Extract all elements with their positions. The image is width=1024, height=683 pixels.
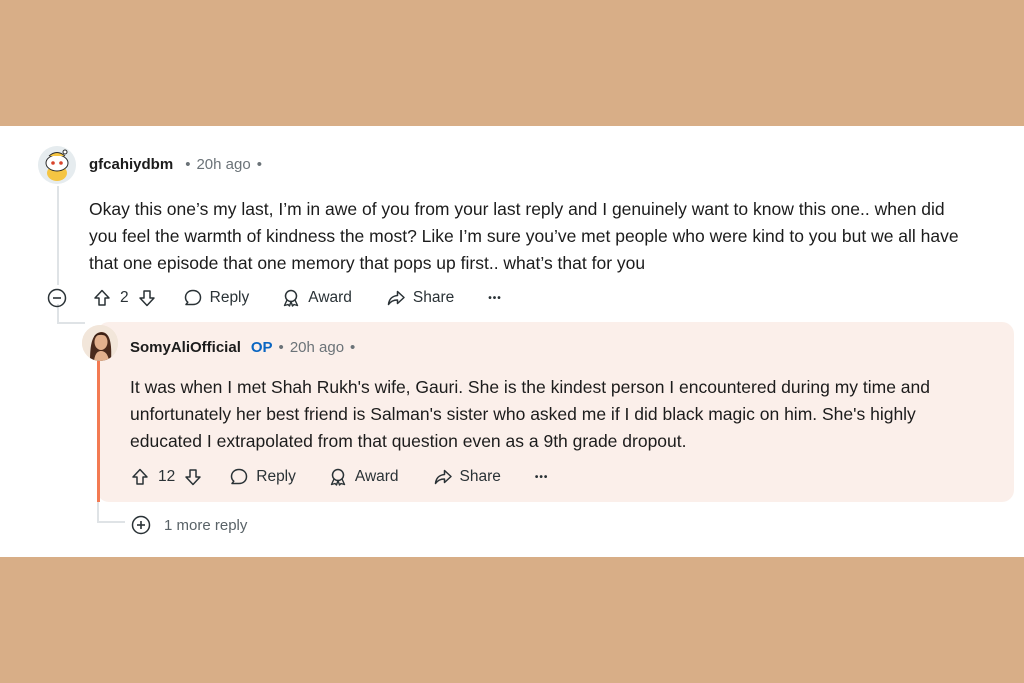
snoo-avatar-icon: [38, 146, 76, 184]
reply-username[interactable]: SomyAliOfficial: [130, 339, 241, 356]
share-button[interactable]: Share: [386, 288, 454, 308]
profile-photo-icon: [82, 325, 118, 361]
comment-card: gfcahiydbm • 20h ago • Okay this one’s m…: [0, 126, 1024, 557]
share-arrow-icon: [387, 290, 405, 306]
vote-group: 2: [92, 288, 157, 308]
comment-body-line: Okay this one’s my last, I’m in awe of y…: [89, 199, 945, 219]
reply-body-line: educated I extrapolated from that questi…: [130, 431, 687, 451]
share-arrow-icon: [434, 469, 452, 485]
upvote-arrow-icon[interactable]: [130, 467, 150, 487]
thread-line-branch: [57, 322, 85, 324]
award-ribbon-icon: [284, 289, 299, 307]
share-button[interactable]: Share: [433, 467, 501, 487]
more-replies-label: 1 more reply: [164, 516, 248, 534]
reply-label: Reply: [209, 289, 250, 306]
reply-body-line: It was when I met Shah Rukh's wife, Gaur…: [130, 377, 931, 397]
award-ribbon-icon: [330, 468, 346, 486]
reply-label: Reply: [256, 468, 296, 485]
downvote-arrow-icon[interactable]: [137, 288, 157, 308]
meta-separator: •: [185, 156, 191, 173]
share-label: Share: [459, 468, 501, 485]
reply-button[interactable]: Reply: [183, 288, 250, 308]
reply-button[interactable]: Reply: [229, 467, 296, 487]
thread-line-reply: [97, 502, 99, 522]
collapse-button[interactable]: [46, 287, 68, 309]
award-button[interactable]: Award: [281, 288, 352, 308]
reply-timestamp[interactable]: 20h ago: [290, 339, 344, 356]
overflow-menu-button[interactable]: •••: [488, 293, 502, 304]
expand-plus-icon: [131, 515, 151, 535]
reply-avatar[interactable]: [82, 325, 118, 361]
comment-body: Okay this one’s my last, I’m in awe of y…: [89, 196, 999, 277]
ellipsis-icon: •••: [534, 471, 549, 483]
vote-count: 2: [120, 289, 129, 306]
meta-dot: •: [350, 339, 356, 356]
meta-dot: •: [256, 156, 262, 173]
award-label: Award: [354, 468, 399, 485]
award-button[interactable]: Award: [328, 467, 399, 487]
collapse-minus-icon: [47, 288, 67, 308]
upvote-arrow-icon[interactable]: [92, 288, 112, 308]
comment-meta: gfcahiydbm • 20h ago •: [89, 156, 262, 173]
reply-accent-bar: [97, 356, 100, 502]
thread-line-branch-more: [97, 521, 125, 523]
overflow-menu-button[interactable]: •••: [535, 472, 549, 483]
reply-meta: SomyAliOfficial OP • 20h ago •: [130, 339, 355, 356]
reply-actions: 12 Reply Award Share •••: [130, 463, 548, 491]
meta-separator: •: [278, 339, 284, 356]
award-label: Award: [308, 289, 352, 306]
speech-bubble-icon: [231, 468, 248, 485]
comment-body-line: that one episode that one memory that po…: [89, 253, 646, 273]
vote-count: 12: [158, 468, 176, 485]
comment-body-line: you feel the warmth of kindness the most…: [89, 226, 959, 246]
speech-bubble-icon: [184, 289, 201, 306]
reply-body: It was when I met Shah Rukh's wife, Gaur…: [130, 374, 1000, 455]
downvote-arrow-icon[interactable]: [183, 467, 203, 487]
more-replies-button[interactable]: 1 more reply: [130, 514, 247, 536]
vote-group: 12: [130, 467, 203, 487]
reply-body-line: unfortunately her best friend is Salman'…: [130, 404, 916, 424]
comment-username[interactable]: gfcahiydbm: [89, 156, 173, 173]
op-badge: OP: [250, 339, 273, 356]
share-label: Share: [412, 289, 455, 306]
ellipsis-icon: •••: [488, 292, 502, 304]
comment-timestamp[interactable]: 20h ago: [196, 156, 250, 173]
comment-actions: 2 Reply Award Share •••: [46, 284, 502, 312]
avatar[interactable]: [38, 146, 76, 184]
thread-line[interactable]: [57, 186, 59, 285]
